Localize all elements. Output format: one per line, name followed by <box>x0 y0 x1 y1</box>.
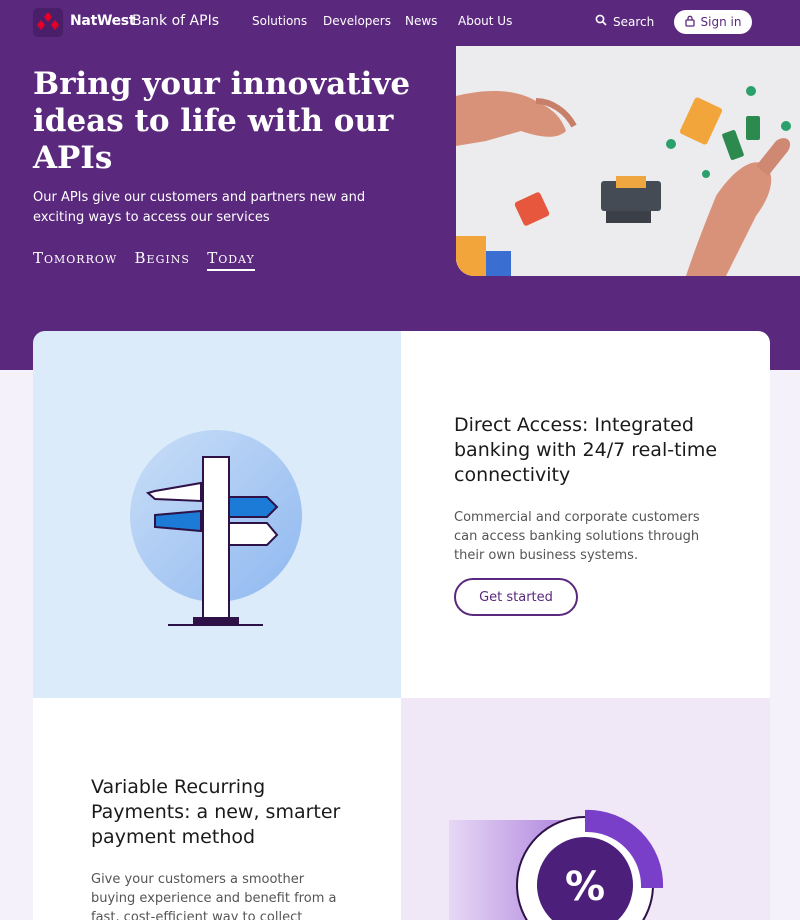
get-started-button[interactable]: Get started <box>454 578 578 616</box>
direct-access-card: Direct Access: Integrated banking with 2… <box>401 331 770 698</box>
card-title: Variable Recurring Payments: a new, smar… <box>91 776 341 848</box>
natwest-logo-icon[interactable] <box>33 8 63 37</box>
sub-brand-name[interactable]: Bank of APIs <box>132 13 219 29</box>
vrp-illustration-panel: % <box>401 698 770 920</box>
top-navigation: NatWest Bank of APIs Solutions Developer… <box>0 0 800 44</box>
hero-section: NatWest Bank of APIs Solutions Developer… <box>0 0 800 370</box>
nav-solutions[interactable]: Solutions <box>252 14 307 28</box>
sign-in-label: Sign in <box>700 15 742 29</box>
sign-in-button[interactable]: Sign in <box>674 10 752 34</box>
svg-text:%: % <box>565 864 605 910</box>
signpost-illustration-icon <box>130 430 302 626</box>
percent-dial-illustration-icon: % <box>449 809 664 920</box>
hero-title: Bring your innovative ideas to life with… <box>33 66 411 176</box>
feature-cards: Direct Access: Integrated banking with 2… <box>33 331 770 920</box>
direct-access-illustration-panel <box>33 331 401 698</box>
tagline-word: Begins <box>134 249 190 267</box>
hero-tagline: Tomorrow Begins Today <box>33 249 255 271</box>
nav-news[interactable]: News <box>405 14 437 28</box>
brand-name[interactable]: NatWest <box>70 13 136 29</box>
search-icon <box>595 14 607 29</box>
card-description: Give your customers a smoother buying ex… <box>91 872 337 920</box>
nav-developers[interactable]: Developers <box>323 14 391 28</box>
card-description: Commercial and corporate customers can a… <box>454 510 700 563</box>
card-title: Direct Access: Integrated banking with 2… <box>454 414 718 486</box>
tagline-word: Tomorrow <box>33 249 118 267</box>
page: NatWest Bank of APIs Solutions Developer… <box>0 0 800 920</box>
tagline-word: Today <box>207 249 255 271</box>
search-label: Search <box>613 14 655 29</box>
lock-icon <box>684 15 695 30</box>
nav-about-us[interactable]: About Us <box>458 14 512 28</box>
hero-description: Our APIs give our customers and partners… <box>33 190 366 225</box>
hero-image <box>456 46 800 276</box>
search-button[interactable]: Search <box>595 14 654 29</box>
vrp-card: Variable Recurring Payments: a new, smar… <box>33 698 401 920</box>
